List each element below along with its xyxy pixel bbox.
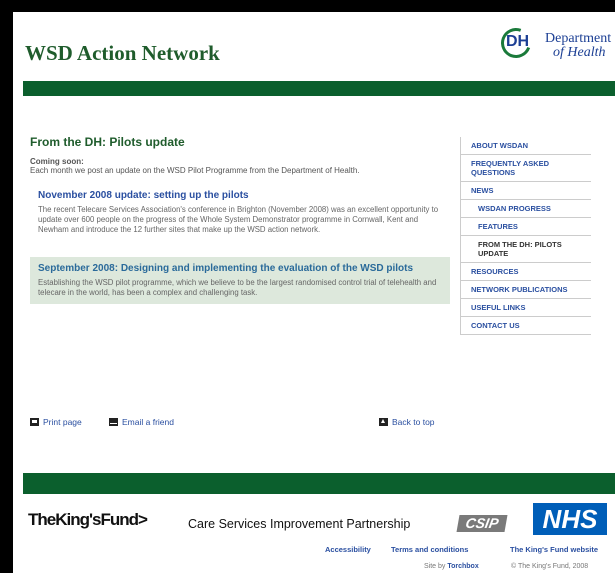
back-to-top-link[interactable]: Back to top (379, 417, 435, 427)
nav-item-features[interactable]: FEATURES (461, 218, 591, 236)
print-page-label: Print page (43, 417, 82, 427)
nav-item-wsdan-progress[interactable]: WSDAN PROGRESS (461, 200, 591, 218)
copyright: © The King's Fund, 2008 (511, 563, 589, 570)
nav-item-news[interactable]: NEWS (461, 182, 591, 200)
nav-item-pilots-update[interactable]: FROM THE DH: PILOTS UPDATE (461, 236, 591, 263)
update-item: November 2008 update: setting up the pil… (30, 188, 450, 241)
update-title-link[interactable]: November 2008 update: setting up the pil… (38, 190, 450, 201)
back-to-top-label: Back to top (392, 417, 435, 427)
nav-item-useful-links[interactable]: USEFUL LINKS (461, 299, 591, 317)
dh-logo-line1: Department (545, 31, 612, 46)
email-friend-label: Email a friend (122, 417, 174, 427)
print-page-link[interactable]: Print page (30, 417, 82, 427)
footer-green-bar (23, 473, 615, 494)
update-item-highlighted: September 2008: Designing and implementi… (30, 257, 450, 304)
nhs-logo[interactable]: NHS (533, 503, 607, 535)
csip-logo-text[interactable]: Care Services Improvement Partnership (188, 517, 410, 531)
accessibility-link[interactable]: Accessibility (325, 545, 371, 554)
printer-icon (30, 418, 39, 426)
terms-link[interactable]: Terms and conditions (391, 545, 468, 554)
update-summary: The recent Telecare Services Association… (38, 205, 439, 234)
dh-logo-letters: DH (506, 33, 530, 50)
torchbox-link[interactable]: Torchbox (447, 563, 478, 570)
email-friend-link[interactable]: Email a friend (109, 417, 174, 427)
site-by-label: Site by (424, 563, 446, 570)
kings-fund-logo[interactable]: TheKing'sFund> (28, 510, 148, 530)
kings-fund-website-link[interactable]: The King's Fund website (510, 545, 598, 554)
dh-logo-text: Department of Health (545, 32, 611, 60)
site-by-credit: Site by Torchbox (424, 563, 479, 570)
coming-soon-label: Coming soon: (30, 157, 84, 166)
page: WSD Action Network DH Department of Heal… (13, 12, 615, 573)
csip-logo-badge: CSIP (456, 515, 508, 532)
nav-item-resources[interactable]: RESOURCES (461, 263, 591, 281)
page-title: From the DH: Pilots update (30, 135, 185, 149)
update-summary: Establishing the WSD pilot programme, wh… (38, 278, 437, 297)
update-title-link[interactable]: September 2008: Designing and implementi… (38, 263, 442, 274)
arrow-up-icon (379, 418, 388, 426)
dh-logo-line2: of Health (553, 45, 606, 60)
nav-item-network-publications[interactable]: NETWORK PUBLICATIONS (461, 281, 591, 299)
nav-item-about-wsdan[interactable]: ABOUT WSDAN (461, 137, 591, 155)
header-green-bar (23, 81, 615, 96)
coming-soon-text: Each month we post an update on the WSD … (30, 166, 360, 175)
nav-item-faq[interactable]: FREQUENTLY ASKED QUESTIONS (461, 155, 591, 182)
site-title[interactable]: WSD Action Network (25, 41, 220, 66)
right-nav: ABOUT WSDAN FREQUENTLY ASKED QUESTIONS N… (460, 137, 591, 335)
envelope-icon (109, 418, 118, 426)
nav-item-contact-us[interactable]: CONTACT US (461, 317, 591, 335)
main-content: From the DH: Pilots update Coming soon: … (30, 135, 450, 304)
